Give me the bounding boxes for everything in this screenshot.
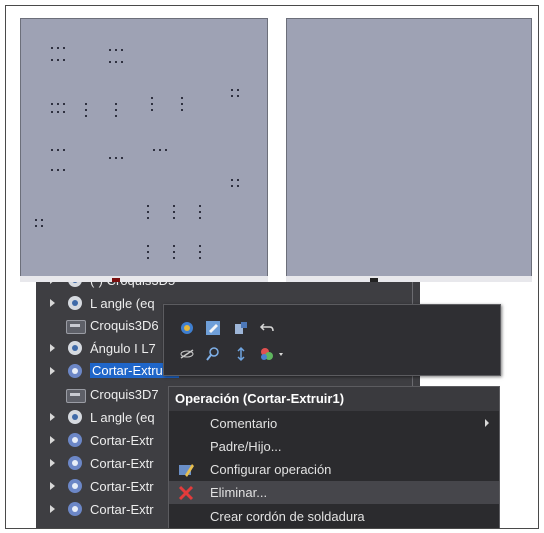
- rollback-icon[interactable]: [258, 319, 276, 337]
- cut-icon: [68, 364, 82, 378]
- hide-icon[interactable]: [178, 345, 196, 363]
- right-viewport-plate: [286, 18, 532, 282]
- tree-item-label: Cortar-Extr: [90, 456, 154, 471]
- cut-icon: [68, 456, 82, 470]
- delete-icon: [177, 484, 195, 502]
- screenshot-frame: (-) Croquis3D5 L angle (eq Croquis3D6 Ángul…: [5, 5, 539, 529]
- cut-icon: [68, 502, 82, 516]
- menu-item-configurar-operacion[interactable]: Configurar operación: [169, 458, 499, 481]
- menu-item-label: Eliminar...: [210, 485, 268, 500]
- left-viewport-plate: [20, 18, 268, 282]
- sketch-icon: [66, 320, 86, 334]
- submenu-arrow-icon: [485, 419, 489, 427]
- menu-item-label: Configurar operación: [210, 462, 332, 477]
- body-icon: [68, 341, 82, 355]
- tree-item-label: Cortar-Extr: [90, 433, 154, 448]
- menu-item-eliminar[interactable]: Eliminar...: [169, 481, 499, 504]
- tree-item-label: L angle (eq: [90, 410, 155, 425]
- body-icon: [68, 296, 82, 310]
- hole-pattern: [35, 47, 239, 259]
- tree-item-label: L angle (eq: [90, 296, 155, 311]
- expand-arrow-icon[interactable]: [50, 299, 55, 307]
- tree-item-label: Ángulo I L7: [90, 341, 156, 356]
- menu-item-label: Padre/Hijo...: [210, 439, 282, 454]
- context-menu: Operación (Cortar-Extruir1) Comentario P…: [168, 386, 500, 528]
- edit-sketch-icon[interactable]: [232, 319, 250, 337]
- context-menu-title: Operación (Cortar-Extruir1): [169, 387, 499, 411]
- left-viewport[interactable]: [20, 18, 268, 282]
- expand-arrow-icon[interactable]: [50, 482, 55, 490]
- tree-item[interactable]: (-) Croquis3D5: [36, 282, 420, 292]
- expand-arrow-icon[interactable]: [50, 459, 55, 467]
- menu-item-comentario[interactable]: Comentario: [169, 412, 499, 435]
- expand-arrow-icon[interactable]: [50, 505, 55, 513]
- tree-item-label: Croquis3D7: [90, 387, 159, 402]
- menu-item-label: Comentario: [210, 416, 278, 431]
- edit-feature-icon[interactable]: [204, 319, 222, 337]
- expand-arrow-icon[interactable]: [50, 282, 55, 284]
- parent-child-icon[interactable]: [232, 345, 250, 363]
- menu-item-crear-cordon[interactable]: Crear cordón de soldadura: [169, 505, 499, 528]
- menu-item-label: Crear cordón de soldadura: [210, 509, 365, 524]
- zoom-to-selection-icon[interactable]: [204, 345, 222, 363]
- tree-item-label: Croquis3D6: [90, 318, 159, 333]
- right-viewport[interactable]: [286, 18, 532, 282]
- appearance-icon[interactable]: [178, 319, 196, 337]
- tree-item-label: (-) Croquis3D5: [90, 282, 175, 288]
- tree-item-label: Cortar-Extr: [90, 502, 154, 517]
- context-menu-title-text: Operación (Cortar-Extruir1): [175, 391, 345, 406]
- configure-icon: [177, 461, 195, 479]
- tree-item-label: Cortar-Extr: [90, 479, 154, 494]
- menu-item-padre-hijo[interactable]: Padre/Hijo...: [169, 435, 499, 458]
- sketch-icon: [66, 389, 86, 403]
- body-icon: [68, 282, 82, 287]
- cut-icon: [68, 433, 82, 447]
- expand-arrow-icon[interactable]: [50, 436, 55, 444]
- expand-arrow-icon[interactable]: [50, 344, 55, 352]
- context-toolbar: [163, 304, 501, 376]
- expand-arrow-icon[interactable]: [50, 367, 55, 375]
- expand-arrow-icon[interactable]: [50, 413, 55, 421]
- body-icon: [68, 410, 82, 424]
- cut-icon: [68, 479, 82, 493]
- appearance-dropdown-icon[interactable]: [258, 345, 288, 363]
